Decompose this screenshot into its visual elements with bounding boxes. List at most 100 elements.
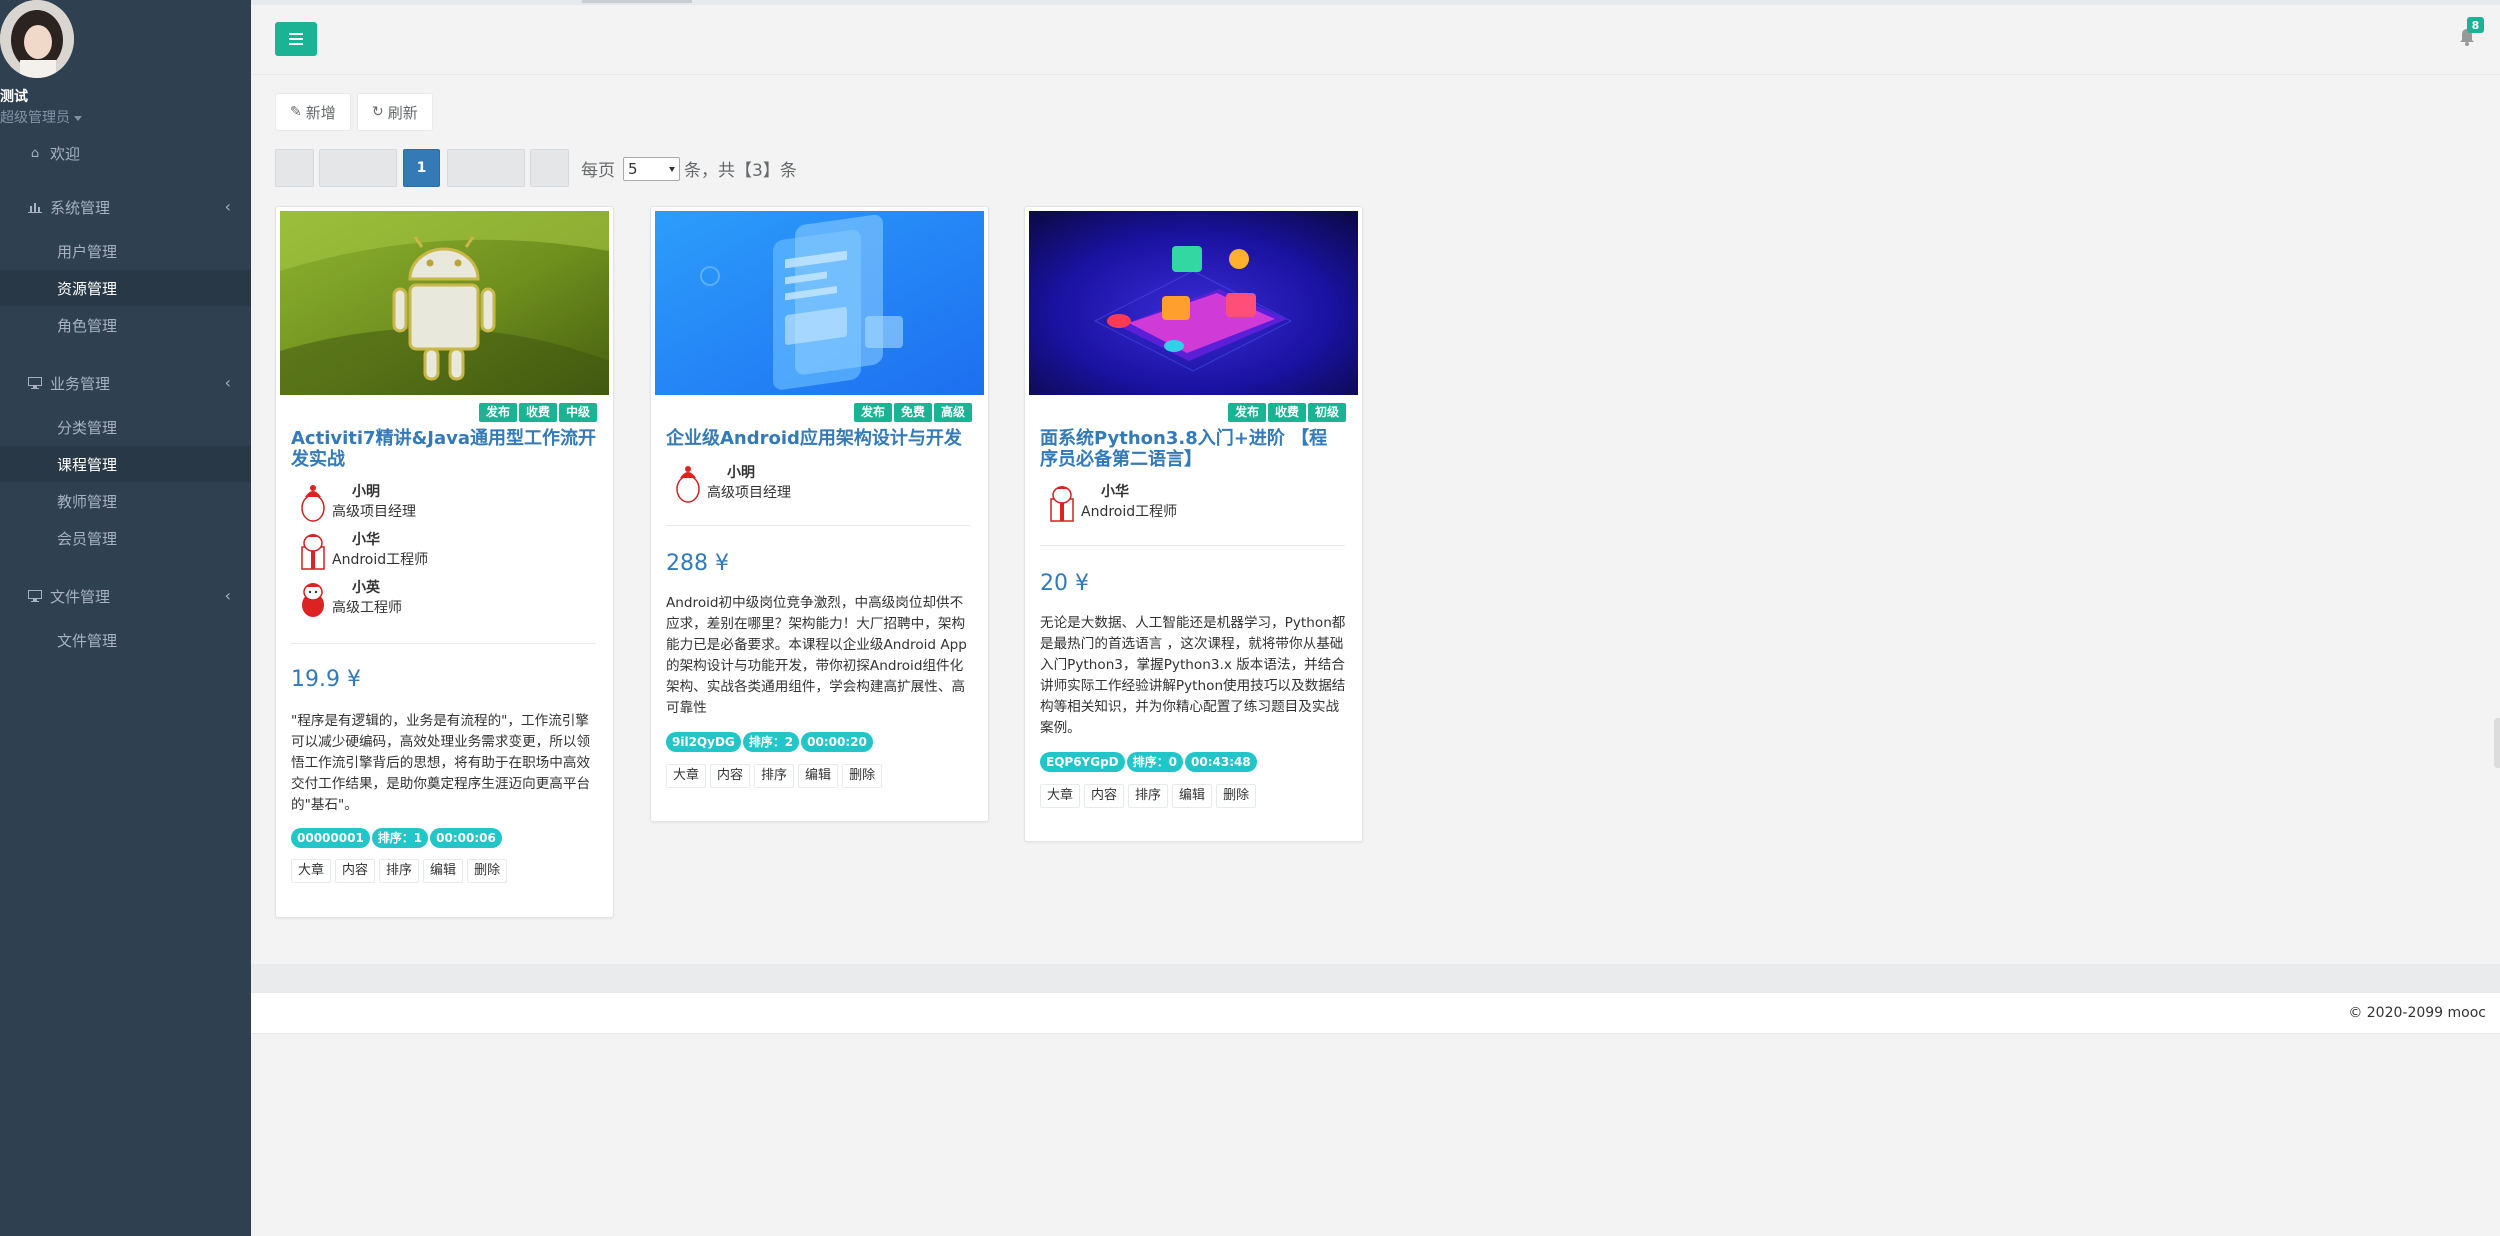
menu-toggle-button[interactable] bbox=[275, 22, 317, 56]
nav-welcome-label: 欢迎 bbox=[50, 144, 81, 163]
nav-group-files[interactable]: 文件管理 ‹ bbox=[0, 577, 251, 615]
pagination-prev[interactable] bbox=[319, 149, 397, 187]
footer: © 2020-2099 mooc bbox=[251, 992, 2500, 1034]
level-badge: 高级 bbox=[933, 403, 972, 422]
per-page-select[interactable]: 5 bbox=[623, 157, 680, 181]
nav-group-business-label: 业务管理 bbox=[50, 374, 111, 393]
charge-badge: 收费 bbox=[1267, 403, 1306, 422]
chevron-left-icon: ‹ bbox=[224, 373, 231, 392]
course-description: Android初中级岗位竞争激烈，中高级岗位却供不应求，差别在哪里？架构能力！大… bbox=[666, 595, 967, 716]
course-price: 288 ¥ bbox=[666, 551, 729, 576]
divider bbox=[291, 643, 596, 644]
delete-button[interactable]: 删除 bbox=[842, 764, 883, 788]
delete-button[interactable]: 删除 bbox=[1216, 784, 1257, 808]
teacher-avatar bbox=[301, 534, 325, 570]
sidebar-item-members[interactable]: 会员管理 bbox=[0, 520, 251, 556]
teacher-avatar bbox=[301, 485, 325, 522]
sidebar-item-resources[interactable]: 资源管理 bbox=[0, 270, 251, 306]
sort-badge: 排序：2 bbox=[742, 732, 800, 752]
teacher-position: 高级工程师 bbox=[332, 600, 402, 616]
chapter-button[interactable]: 大章 bbox=[291, 859, 332, 883]
edit-button[interactable]: 编辑 bbox=[1172, 784, 1213, 808]
total-count: 条，共【3】条 bbox=[684, 161, 797, 181]
nav-group-system[interactable]: 系统管理 ‹ bbox=[0, 188, 251, 226]
course-actions: 大章 内容 排序 编辑 删除 bbox=[291, 859, 508, 883]
course-card: 发布 收费 中级 Activiti7精讲&Java通用型工作流开发实战 小明 高… bbox=[275, 206, 614, 918]
course-price: 19.9 ¥ bbox=[291, 667, 361, 692]
per-page-value: 5 bbox=[628, 160, 638, 178]
course-meta: 00000001 排序：1 00:00:06 bbox=[291, 828, 502, 848]
sidebar-item-categories[interactable]: 分类管理 bbox=[0, 409, 251, 445]
side-scroll-handle[interactable] bbox=[2494, 718, 2500, 768]
teacher-item: 小明 高级项目经理 bbox=[671, 462, 951, 506]
teacher-avatar bbox=[1050, 486, 1074, 522]
copyright: © 2020-2099 mooc bbox=[2348, 1005, 2486, 1021]
sort-button[interactable]: 排序 bbox=[379, 859, 420, 883]
pagination-page[interactable]: 1 bbox=[403, 149, 440, 187]
teacher-item: 小华 Android工程师 bbox=[1045, 481, 1325, 525]
nav-welcome[interactable]: ⌂ 欢迎 bbox=[0, 134, 251, 172]
course-description: "程序是有逻辑的，业务是有流程的"，工作流引擎可以减少硬编码，高效处理业务需求变… bbox=[291, 713, 591, 813]
avatar[interactable] bbox=[0, 0, 74, 78]
pagination-first[interactable] bbox=[275, 149, 314, 187]
status-badge: 发布 bbox=[478, 403, 517, 422]
edit-button[interactable]: 编辑 bbox=[798, 764, 839, 788]
add-button-label: 新增 bbox=[305, 103, 336, 122]
sort-button[interactable]: 排序 bbox=[1128, 784, 1169, 808]
sort-badge: 排序：0 bbox=[1126, 752, 1183, 772]
teacher-name: 小英 bbox=[352, 580, 380, 596]
user-role-dropdown[interactable]: 超级管理员 bbox=[0, 107, 82, 127]
pagination-last[interactable] bbox=[530, 149, 569, 187]
user-name: 测试 bbox=[0, 89, 28, 105]
course-title[interactable]: 企业级Android应用架构设计与开发 bbox=[666, 428, 971, 449]
teacher-position: 高级项目经理 bbox=[332, 504, 416, 520]
sort-button[interactable]: 排序 bbox=[754, 764, 795, 788]
course-tags: 发布 收费 初级 bbox=[1227, 403, 1346, 422]
course-title[interactable]: 面系统Python3.8入门+进阶 【程序员必备第二语言】 bbox=[1040, 428, 1345, 470]
sort-badge: 排序：1 bbox=[371, 828, 429, 848]
teacher-avatar bbox=[302, 583, 324, 617]
per-page-prefix: 每页 bbox=[581, 161, 615, 181]
sidebar-item-teachers[interactable]: 教师管理 bbox=[0, 483, 251, 519]
teacher-position: Android工程师 bbox=[332, 552, 429, 568]
course-title[interactable]: Activiti7精讲&Java通用型工作流开发实战 bbox=[291, 428, 596, 470]
nav-group-business[interactable]: 业务管理 ‹ bbox=[0, 364, 251, 402]
chapter-button[interactable]: 大章 bbox=[1040, 784, 1081, 808]
content-button[interactable]: 内容 bbox=[710, 764, 751, 788]
user-role-label: 超级管理员 bbox=[0, 110, 70, 126]
pagination-next[interactable] bbox=[447, 149, 525, 187]
home-icon: ⌂ bbox=[30, 145, 40, 161]
duration-badge: 00:00:20 bbox=[801, 732, 873, 752]
content-button[interactable]: 内容 bbox=[1084, 784, 1125, 808]
divider bbox=[1040, 545, 1345, 546]
teacher-name: 小明 bbox=[727, 465, 755, 481]
refresh-button[interactable]: ↻ 刷新 bbox=[357, 93, 433, 131]
course-tags: 发布 免费 高级 bbox=[853, 403, 972, 422]
chevron-left-icon: ‹ bbox=[224, 197, 231, 216]
sidebar-item-files[interactable]: 文件管理 bbox=[0, 622, 251, 658]
course-card: 发布 收费 初级 面系统Python3.8入门+进阶 【程序员必备第二语言】 小… bbox=[1024, 206, 1363, 842]
divider bbox=[666, 525, 971, 526]
add-button[interactable]: ✎ 新增 bbox=[275, 93, 351, 131]
teacher-item: 小明 高级项目经理 bbox=[296, 481, 576, 525]
course-cover-image[interactable] bbox=[1029, 211, 1358, 395]
course-cover-image[interactable] bbox=[655, 211, 984, 395]
teacher-position: Android工程师 bbox=[1081, 504, 1178, 520]
edit-button[interactable]: 编辑 bbox=[423, 859, 464, 883]
level-badge: 中级 bbox=[558, 403, 597, 422]
nav-group-system-label: 系统管理 bbox=[50, 198, 111, 217]
duration-badge: 00:00:06 bbox=[430, 828, 502, 848]
content-button[interactable]: 内容 bbox=[335, 859, 376, 883]
sidebar-item-roles[interactable]: 角色管理 bbox=[0, 307, 251, 343]
course-id-badge: EQP6YGpD bbox=[1040, 752, 1125, 772]
sidebar-item-courses[interactable]: 课程管理 bbox=[0, 446, 251, 482]
course-cover-image[interactable] bbox=[280, 211, 609, 395]
notification-badge: 8 bbox=[2467, 17, 2484, 33]
sidebar-item-users[interactable]: 用户管理 bbox=[0, 233, 251, 269]
delete-button[interactable]: 删除 bbox=[467, 859, 508, 883]
caret-down-icon bbox=[669, 167, 675, 172]
charge-badge: 免费 bbox=[893, 403, 932, 422]
content-bottom-band bbox=[251, 964, 2500, 992]
chapter-button[interactable]: 大章 bbox=[666, 764, 707, 788]
top-header: 8 bbox=[251, 5, 2500, 75]
